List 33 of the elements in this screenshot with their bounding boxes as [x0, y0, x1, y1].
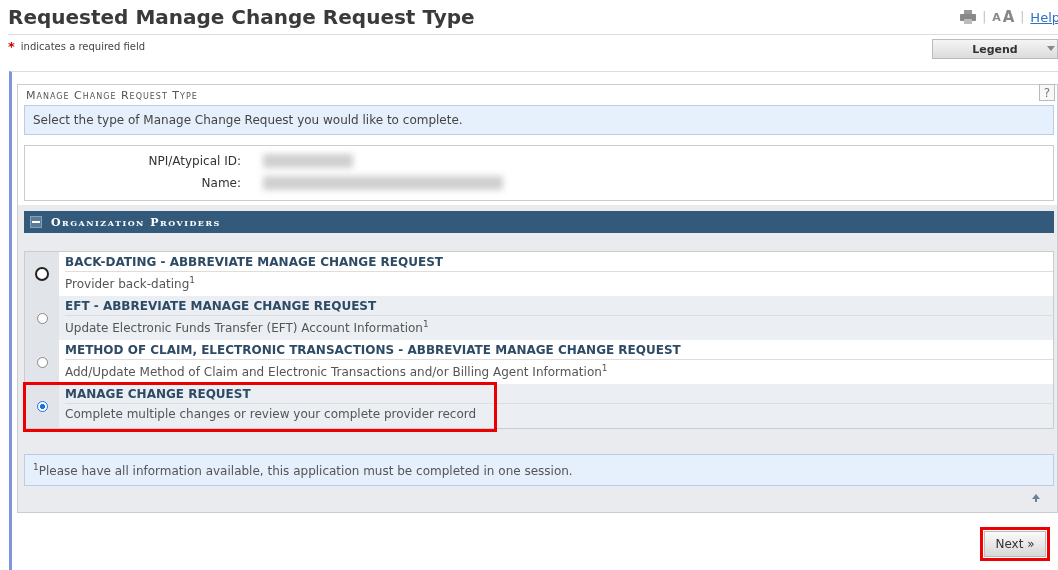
field-label: Name: [200, 176, 241, 190]
footnote-banner: $^{1}$Please have all information available, this application must be completed in one session. [24, 454, 1054, 486]
option-description: Add/Update Method of Claim and Electronic Transactions and/or Billing Agent Information$^{1}$ [65, 362, 609, 379]
legend-button[interactable]: Legend [932, 39, 1058, 59]
separator: | [982, 10, 987, 24]
instruction-banner: Select the type of Manage Change Request you would like to complete. [24, 105, 1054, 135]
minus-icon [32, 218, 40, 226]
option-title: MANAGE CHANGE REQUEST [65, 387, 1053, 404]
collapse-button[interactable] [30, 216, 42, 228]
option-title: METHOD OF CLAIM, ELECTRONIC TRANSACTIONS - ABBREVIATE MANAGE CHANGE REQUEST [65, 343, 1053, 360]
section-title: Organization Providers [51, 215, 221, 229]
help-button[interactable]: ? [1039, 84, 1055, 101]
required-marker: * [8, 39, 15, 54]
decrease-font-button[interactable]: A [992, 10, 1001, 24]
radio-button[interactable] [36, 356, 48, 368]
field-label: NPI/Atypical ID: [147, 154, 241, 168]
fieldset-legend: Manage Change Request Type [18, 88, 202, 102]
option-description: Provider back-dating$^{1}$ [65, 274, 197, 291]
radio-button[interactable] [35, 267, 49, 281]
option-title: EFT - ABBREVIATE MANAGE CHANGE REQUEST [65, 299, 1053, 316]
next-button[interactable]: Next » [984, 531, 1046, 557]
print-icon[interactable] [960, 10, 977, 24]
radio-button[interactable] [36, 400, 48, 412]
increase-font-button[interactable]: A [1002, 8, 1015, 26]
separator: | [1020, 10, 1025, 24]
radio-button[interactable] [36, 312, 48, 324]
option-description: Complete multiple changes or review your complete provider record [65, 406, 478, 421]
required-note: indicates a required field [20, 41, 146, 52]
option-title: BACK-DATING - ABBREVIATE MANAGE CHANGE REQUEST [65, 255, 1053, 272]
page-title: Requested Manage Change Request Type [8, 5, 475, 29]
option-description: Update Electronic Funds Transfer (EFT) Account Information$^{1}$ [65, 318, 430, 335]
caret-icon [1047, 46, 1055, 51]
back-to-top-icon[interactable] [1032, 494, 1040, 502]
